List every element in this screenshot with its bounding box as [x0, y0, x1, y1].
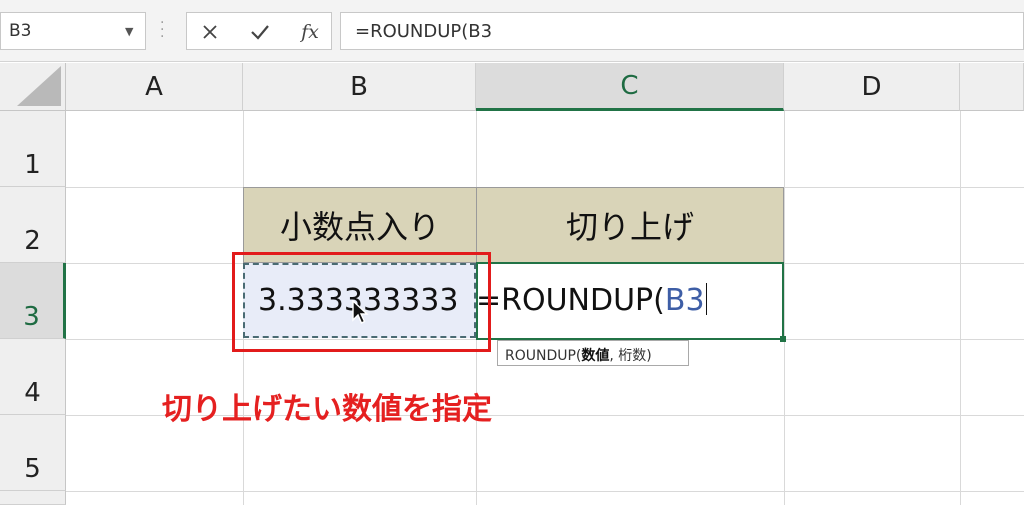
select-all-triangle-icon	[17, 66, 61, 106]
formula-bar: B3 ▼ · · · fx =ROUNDUP(B3	[0, 0, 1024, 62]
column-header-d[interactable]: D	[784, 63, 960, 111]
formula-text: =ROUNDUP(B3	[355, 21, 493, 42]
cell-c3-formula-prefix: =ROUNDUP(	[476, 283, 665, 318]
row-header-1[interactable]: 1	[0, 111, 66, 187]
formula-buttons: fx	[186, 12, 332, 50]
tooltip-remaining-args: , 桁数)	[609, 348, 652, 364]
column-header-c[interactable]: C	[476, 63, 784, 111]
row-header-3[interactable]: 3	[0, 263, 66, 339]
formula-input[interactable]: =ROUNDUP(B3	[340, 12, 1024, 50]
gridline	[784, 111, 785, 505]
tooltip-current-arg: 数値	[581, 348, 610, 364]
row-header-5[interactable]: 5	[0, 415, 66, 491]
fill-handle[interactable]	[780, 336, 786, 342]
name-box[interactable]: B3 ▼	[0, 12, 146, 50]
row-header-2[interactable]: 2	[0, 187, 66, 263]
annotation-text: 切り上げたい数値を指定	[162, 392, 492, 427]
name-box-value: B3	[9, 21, 32, 41]
cell-c2[interactable]: 切り上げ	[476, 187, 784, 263]
insert-function-button[interactable]: fx	[293, 17, 327, 47]
chevron-down-icon[interactable]: ▼	[125, 25, 133, 38]
cell-c3-formula-ref: B3	[664, 283, 705, 318]
cancel-icon[interactable]	[193, 17, 227, 47]
column-header-b[interactable]: B	[243, 63, 476, 111]
gridline	[66, 491, 1024, 492]
column-header-a[interactable]: A	[66, 63, 243, 111]
enter-check-icon[interactable]	[243, 17, 277, 47]
row-header-6[interactable]	[0, 491, 66, 505]
drag-handle-icon[interactable]: · · ·	[160, 16, 164, 44]
column-header-e[interactable]	[960, 63, 1024, 111]
mouse-pointer-icon	[352, 300, 369, 324]
gridline	[960, 111, 961, 505]
tooltip-function-name: ROUNDUP(	[505, 348, 582, 364]
cell-c3-editor: =ROUNDUP(B3	[476, 283, 707, 318]
select-all-button[interactable]	[0, 63, 66, 111]
row-header-4[interactable]: 4	[0, 339, 66, 415]
function-tooltip: ROUNDUP(数値, 桁数)	[497, 340, 689, 366]
text-caret	[705, 283, 707, 315]
fx-label: fx	[301, 21, 319, 43]
